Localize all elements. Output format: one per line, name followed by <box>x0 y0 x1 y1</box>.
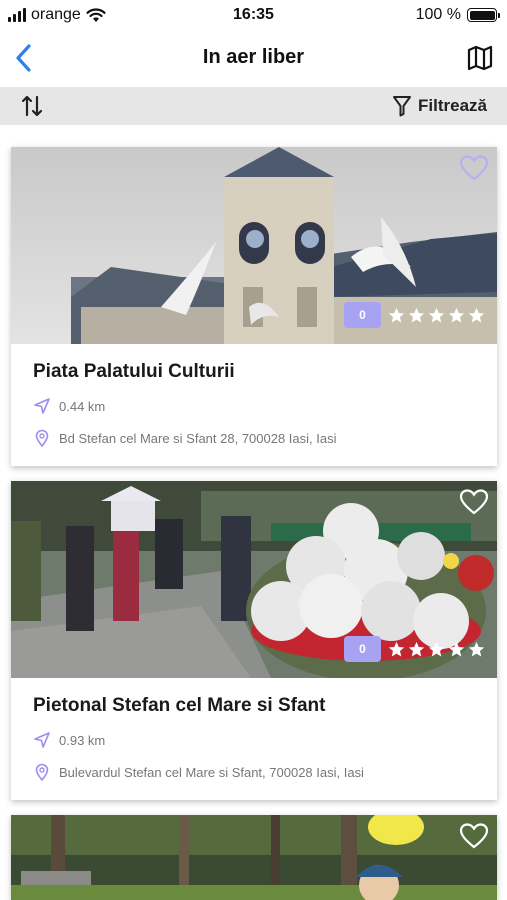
place-details: Piata Palatului Culturii 0.44 km Bd Stef… <box>11 344 497 466</box>
place-title: Piata Palatului Culturii <box>33 361 235 382</box>
map-icon <box>467 45 493 71</box>
favorite-heart-icon[interactable] <box>459 488 489 516</box>
status-right: 100 % <box>415 6 500 24</box>
place-distance: 0.93 km <box>59 732 106 748</box>
rating-display: 0 <box>344 302 485 328</box>
park-photo <box>11 815 497 900</box>
place-title: Pietonal Stefan cel Mare si Sfant <box>33 695 326 716</box>
place-photo <box>11 815 497 900</box>
address-row: Bulevardul Stefan cel Mare si Sfant, 700… <box>33 763 475 781</box>
battery-icon <box>467 8 500 22</box>
filter-button[interactable]: Filtrează <box>392 94 487 118</box>
back-button[interactable] <box>8 41 38 75</box>
rating-display: 0 <box>344 636 485 662</box>
address-row: Bd Stefan cel Mare si Sfant 28, 700028 I… <box>33 429 475 447</box>
place-card[interactable]: 0 Pietonal Stefan cel Mare si Sfant 0.93… <box>11 481 497 800</box>
location-pin-icon <box>35 763 49 781</box>
map-view-button[interactable] <box>465 43 495 73</box>
chevron-left-icon <box>16 44 31 72</box>
sort-button[interactable] <box>18 93 46 119</box>
place-photo: 0 <box>11 147 497 344</box>
page-title: In aer liber <box>202 46 305 68</box>
place-card[interactable]: 0 Piata Palatului Culturii 0.44 km Bd St… <box>11 147 497 466</box>
battery-percentage: 100 % <box>415 6 461 23</box>
star-icon <box>408 307 425 322</box>
rating-badge: 0 <box>344 302 381 328</box>
place-details: Pietonal Stefan cel Mare si Sfant 0.93 k… <box>11 678 497 800</box>
place-card[interactable] <box>11 815 497 900</box>
sort-arrows-icon <box>21 95 43 117</box>
star-icon <box>388 307 405 322</box>
star-icon <box>428 307 445 322</box>
place-address: Bd Stefan cel Mare si Sfant 28, 700028 I… <box>59 430 337 446</box>
navigation-bar: In aer liber <box>0 32 507 84</box>
filter-funnel-icon <box>393 96 412 117</box>
navigation-arrow-icon <box>34 398 50 414</box>
filter-toolbar: Filtrează <box>0 87 507 125</box>
status-bar: orange 16:35 100 % <box>0 0 507 32</box>
place-photo: 0 <box>11 481 497 678</box>
location-pin-icon <box>35 429 49 447</box>
star-icon <box>468 641 485 656</box>
favorite-heart-icon[interactable] <box>459 822 489 850</box>
star-icon <box>428 641 445 656</box>
distance-row: 0.44 km <box>33 397 475 415</box>
filter-label: Filtrează <box>418 96 487 115</box>
star-icon <box>408 641 425 656</box>
star-icon <box>468 307 485 322</box>
favorite-heart-icon[interactable] <box>459 154 489 182</box>
star-icon <box>448 641 465 656</box>
navigation-arrow-icon <box>34 732 50 748</box>
place-address: Bulevardul Stefan cel Mare si Sfant, 700… <box>59 764 364 780</box>
star-icon <box>448 307 465 322</box>
star-icon <box>388 641 405 656</box>
rating-badge: 0 <box>344 636 381 662</box>
distance-row: 0.93 km <box>33 731 475 749</box>
place-distance: 0.44 km <box>59 398 106 414</box>
